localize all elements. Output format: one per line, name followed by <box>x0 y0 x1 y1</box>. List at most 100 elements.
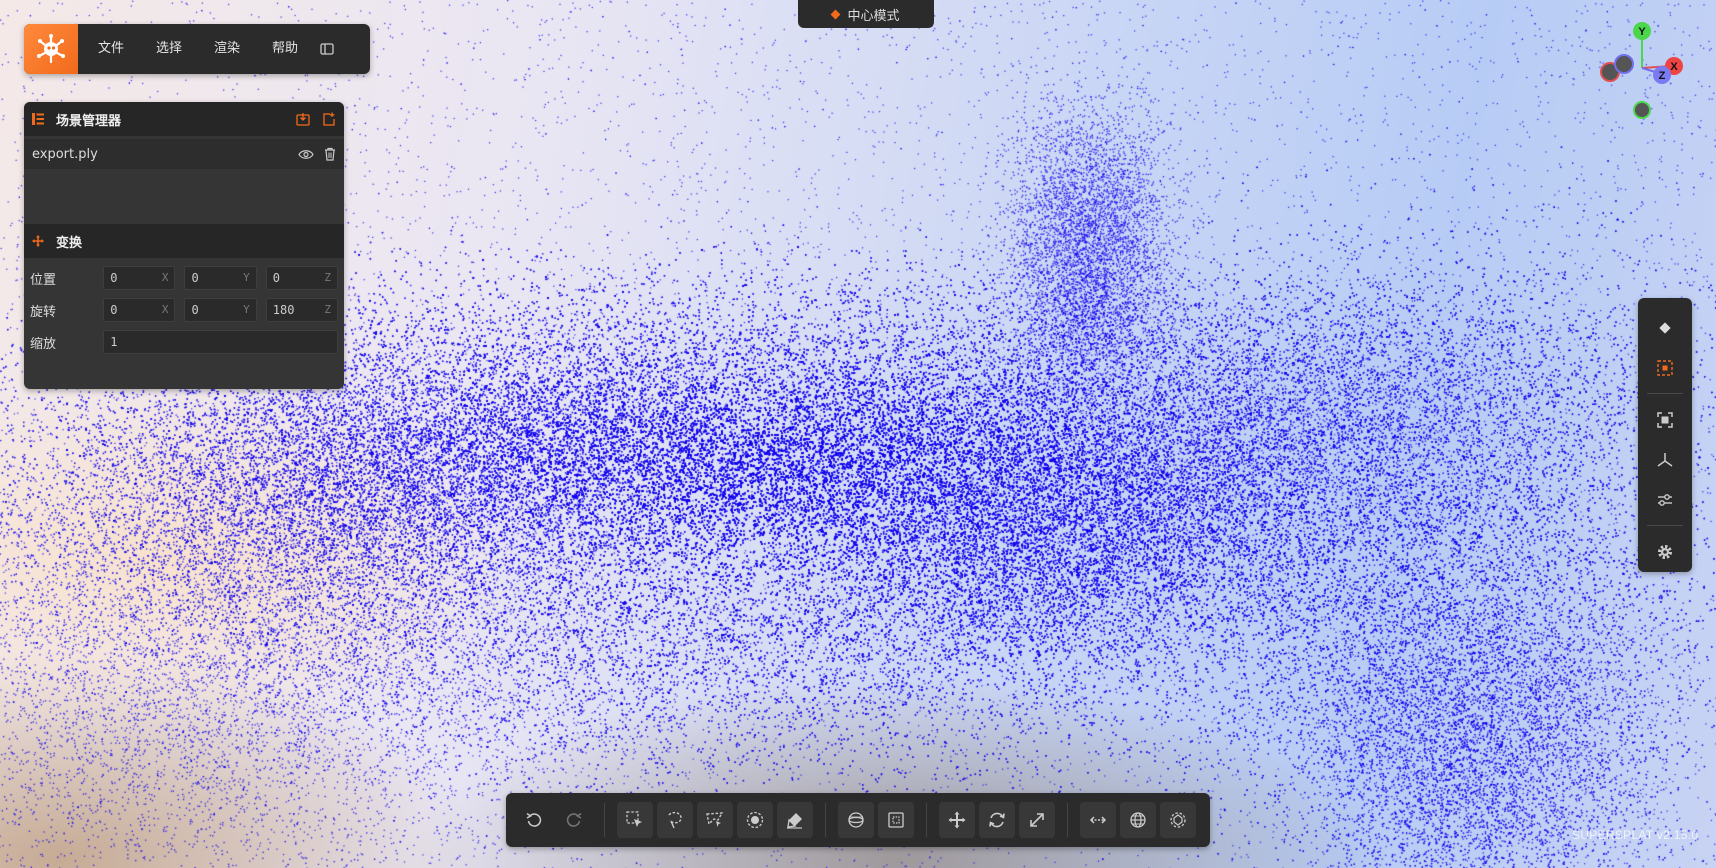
center-select-icon <box>1657 359 1673 376</box>
frame-icon <box>1657 412 1673 428</box>
gizmo-x-label: X <box>1670 61 1678 73</box>
delete-trash-icon[interactable] <box>324 147 336 161</box>
gizmo-neg-y-handle[interactable] <box>1633 101 1651 119</box>
globe-icon <box>1130 812 1146 828</box>
position-y-field[interactable]: Y <box>184 266 257 290</box>
rect-select-icon <box>626 811 642 827</box>
box-select-icon <box>888 812 904 828</box>
move-arrows-icon <box>948 811 966 829</box>
sphere-select-button[interactable] <box>838 802 874 838</box>
pivot-button[interactable] <box>1160 802 1196 838</box>
camera-settings-button[interactable] <box>1647 482 1683 518</box>
lasso-icon <box>668 811 682 829</box>
scene-item[interactable]: export.ply <box>24 139 344 169</box>
mode-label: 中心模式 <box>847 8 900 24</box>
eraser-button[interactable] <box>777 802 813 838</box>
axis-z-tag: Z <box>324 303 332 316</box>
scale-field[interactable] <box>103 330 338 354</box>
axis-x-tag: X <box>161 303 169 316</box>
axis-z-tag: Z <box>324 271 332 284</box>
settings-button[interactable] <box>1647 534 1683 570</box>
brush-icon <box>746 811 764 829</box>
diamond-icon <box>1659 322 1671 334</box>
gear-icon <box>1658 545 1672 560</box>
splat-mode-button[interactable] <box>1647 310 1683 346</box>
undo-button[interactable] <box>516 802 552 838</box>
menu-file[interactable]: 文件 <box>82 24 140 74</box>
toolbar-separator <box>926 803 927 837</box>
toolbar-separator <box>825 803 826 837</box>
right-toolbar <box>1638 298 1692 572</box>
redo-icon <box>566 812 582 827</box>
import-icon[interactable] <box>296 112 310 126</box>
measure-icon <box>1089 816 1107 824</box>
bottom-toolbar <box>506 793 1210 847</box>
polygon-select-button[interactable] <box>697 802 733 838</box>
axis-y-tag: Y <box>243 271 250 284</box>
position-z-field[interactable]: Z <box>265 266 339 290</box>
axes-icon <box>1657 452 1673 467</box>
position-x-field[interactable]: X <box>103 266 176 290</box>
scale-row: 缩放 <box>24 326 344 358</box>
rotation-x-field[interactable]: X <box>103 298 176 322</box>
toolbar-separator <box>1067 803 1068 837</box>
position-label: 位置 <box>30 272 57 288</box>
gizmo-y-label: Y <box>1638 26 1646 38</box>
scale-input[interactable] <box>104 331 337 353</box>
splat-logo-icon <box>37 34 65 64</box>
rect-select-button[interactable] <box>617 802 653 838</box>
box-select-button[interactable] <box>878 802 914 838</box>
menu-render[interactable]: 渲染 <box>198 24 256 74</box>
move-icon <box>32 235 44 247</box>
menu-bar: 文件 选择 渲染 帮助 <box>24 24 370 74</box>
brush-select-button[interactable] <box>737 802 773 838</box>
scene-manager-panel: 场景管理器 export.ply 变换 位置 X Y Z 旋转 X Y <box>24 102 344 389</box>
view-gizmo[interactable]: Y X Z <box>1596 20 1688 120</box>
panel-toggle-icon[interactable] <box>320 43 334 55</box>
transform-header: 变换 <box>24 224 344 258</box>
position-row: 位置 X Y Z <box>24 262 344 294</box>
visibility-eye-icon[interactable] <box>298 149 314 160</box>
rotation-z-field[interactable]: Z <box>265 298 339 322</box>
gizmo-z-label: Z <box>1659 70 1666 82</box>
redo-button[interactable] <box>556 802 592 838</box>
scene-manager-title: 场景管理器 <box>56 113 122 129</box>
measure-button[interactable] <box>1080 802 1116 838</box>
toolbar-separator <box>1647 393 1683 395</box>
version-label: SUPERSPLAT v2.15.0 <box>1572 828 1699 842</box>
axis-x-tag: X <box>161 271 169 284</box>
scale-label: 缩放 <box>30 336 57 352</box>
pivot-icon <box>1170 812 1186 828</box>
undo-icon <box>526 812 542 827</box>
translate-button[interactable] <box>939 802 975 838</box>
axis-y-tag: Y <box>243 303 250 316</box>
axes-button[interactable] <box>1647 442 1683 478</box>
scene-list-empty-area <box>24 169 344 224</box>
gizmo-neg-z-handle[interactable] <box>1614 54 1634 74</box>
rotation-row: 旋转 X Y Z <box>24 294 344 326</box>
sliders-icon <box>1658 493 1672 506</box>
transform-title: 变换 <box>56 235 83 251</box>
app-logo[interactable] <box>24 24 78 74</box>
polygon-select-icon <box>706 812 724 827</box>
menu-select[interactable]: 选择 <box>140 24 198 74</box>
scale-arrows-icon <box>1030 813 1044 827</box>
rotation-label: 旋转 <box>30 304 57 320</box>
scene-manager-header: 场景管理器 <box>24 102 344 136</box>
scale-button[interactable] <box>1019 802 1055 838</box>
toolbar-separator <box>604 803 605 837</box>
rotate-button[interactable] <box>979 802 1015 838</box>
frame-selection-button[interactable] <box>1647 402 1683 438</box>
menu-help[interactable]: 帮助 <box>256 24 314 74</box>
toolbar-separator <box>1647 525 1683 527</box>
center-mode-button[interactable] <box>1647 350 1683 386</box>
sphere-icon <box>848 812 864 828</box>
list-icon <box>32 113 44 125</box>
new-scene-icon[interactable] <box>322 112 336 126</box>
eraser-icon <box>787 813 802 829</box>
rotate-icon <box>989 812 1005 828</box>
world-space-button[interactable] <box>1120 802 1156 838</box>
mode-indicator[interactable]: 中心模式 <box>798 0 934 28</box>
rotation-y-field[interactable]: Y <box>184 298 257 322</box>
lasso-select-button[interactable] <box>657 802 693 838</box>
